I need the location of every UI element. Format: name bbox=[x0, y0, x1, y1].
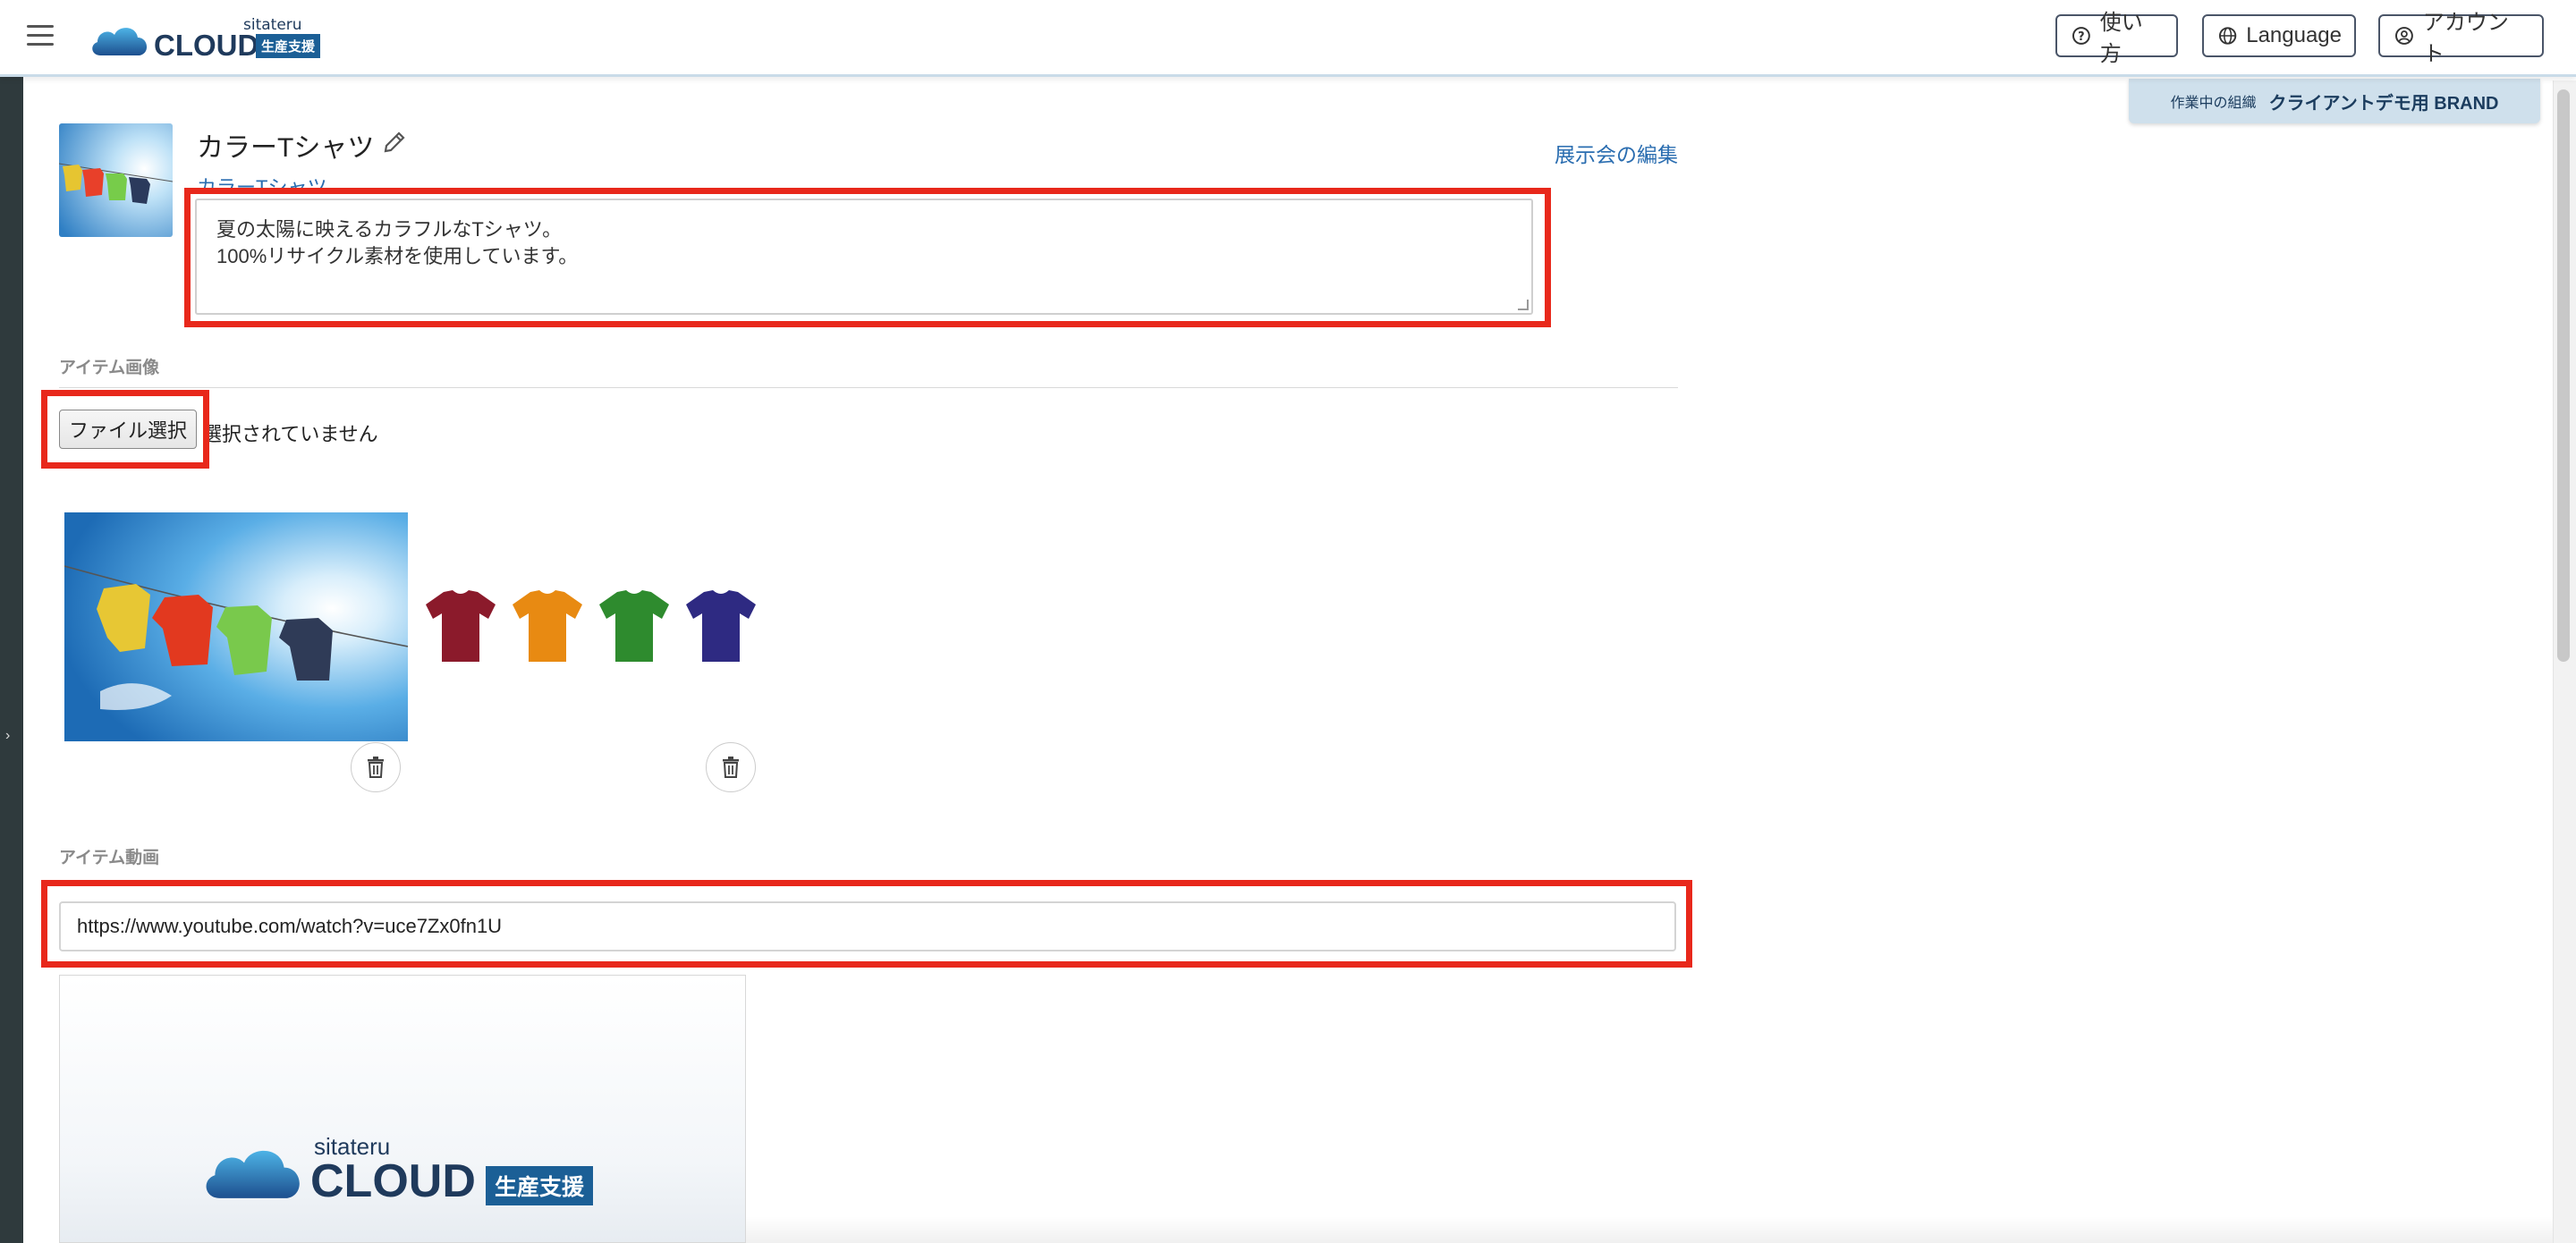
shirt-variant[interactable] bbox=[507, 587, 588, 667]
cloud-logo-icon bbox=[206, 1150, 300, 1198]
org-tag-name: クライアントデモ用 BRAND bbox=[2268, 93, 2499, 114]
logo-badge: 生産支援 bbox=[256, 34, 321, 58]
section-divider bbox=[59, 387, 1678, 388]
description-textarea[interactable]: 夏の太陽に映えるカラフルなTシャツ。 100%リサイクル素材を使用しています。 bbox=[195, 199, 1533, 315]
shirt-variant[interactable] bbox=[420, 587, 501, 667]
item-images-label: アイテム画像 bbox=[59, 359, 160, 377]
help-icon: ? bbox=[2072, 27, 2090, 45]
bottom-fade bbox=[746, 1216, 2553, 1243]
cloud-logo-icon bbox=[92, 28, 148, 55]
account-button-label: アカウント bbox=[2422, 11, 2509, 66]
help-button[interactable]: ? 使い方 bbox=[2055, 11, 2178, 66]
video-url-input[interactable]: https://www.youtube.com/watch?v=uce7Zx0f… bbox=[59, 901, 1676, 951]
menu-icon[interactable] bbox=[27, 25, 54, 47]
app-header: sitateru CLOUD 生産支援 ? 使い方 Language アカウント bbox=[0, 0, 2576, 77]
app-logo[interactable]: sitateru CLOUD 生産支援 bbox=[89, 14, 331, 62]
account-button[interactable]: アカウント bbox=[2378, 11, 2544, 66]
item-subtitle-link[interactable]: カラーTシャツ bbox=[197, 172, 326, 190]
language-button-label: Language bbox=[2246, 23, 2342, 47]
shirt-variant[interactable] bbox=[681, 587, 761, 667]
edit-exhibition-link[interactable]: 展示会の編集 bbox=[1555, 138, 1678, 168]
scrollbar-thumb[interactable] bbox=[2557, 89, 2570, 662]
org-tag-label: 作業中の組織 bbox=[2170, 96, 2257, 111]
color-variant-list bbox=[420, 587, 767, 667]
item-main-photo bbox=[64, 512, 408, 741]
description-line: 100%リサイクル素材を使用しています。 bbox=[216, 245, 579, 267]
trash-icon bbox=[723, 757, 739, 778]
org-tag: 作業中の組織 クライアントデモ用 BRAND bbox=[2129, 79, 2540, 123]
delete-image-button[interactable] bbox=[351, 742, 401, 792]
pencil-icon[interactable] bbox=[381, 129, 408, 156]
help-button-label: 使い方 bbox=[2099, 11, 2143, 66]
logo-main-text: CLOUD bbox=[154, 29, 259, 62]
item-video-label: アイテム動画 bbox=[59, 849, 160, 867]
globe-icon bbox=[2218, 27, 2237, 45]
side-rail[interactable]: › bbox=[0, 77, 23, 1243]
preview-logo-main: CLOUD bbox=[310, 1155, 476, 1207]
trash-icon bbox=[368, 757, 384, 778]
video-preview[interactable]: sitateru CLOUD 生産支援 bbox=[59, 975, 746, 1243]
preview-logo-badge: 生産支援 bbox=[486, 1166, 594, 1205]
scrollbar[interactable] bbox=[2553, 80, 2576, 1243]
chevron-right-icon[interactable]: › bbox=[5, 728, 10, 744]
shirt-variant[interactable] bbox=[594, 587, 674, 667]
file-select-button[interactable]: ファイル選択 bbox=[59, 410, 197, 449]
delete-image-button[interactable] bbox=[706, 742, 756, 792]
description-line: 夏の太陽に映えるカラフルなTシャツ。 bbox=[216, 218, 563, 241]
file-status-text: 選択されていません bbox=[202, 423, 378, 445]
item-thumbnail bbox=[59, 123, 173, 237]
resize-handle[interactable] bbox=[1518, 300, 1529, 310]
svg-text:?: ? bbox=[2078, 30, 2084, 44]
language-button[interactable]: Language bbox=[2202, 14, 2356, 57]
account-icon bbox=[2394, 27, 2413, 45]
item-title: カラーTシャツ bbox=[197, 133, 375, 163]
